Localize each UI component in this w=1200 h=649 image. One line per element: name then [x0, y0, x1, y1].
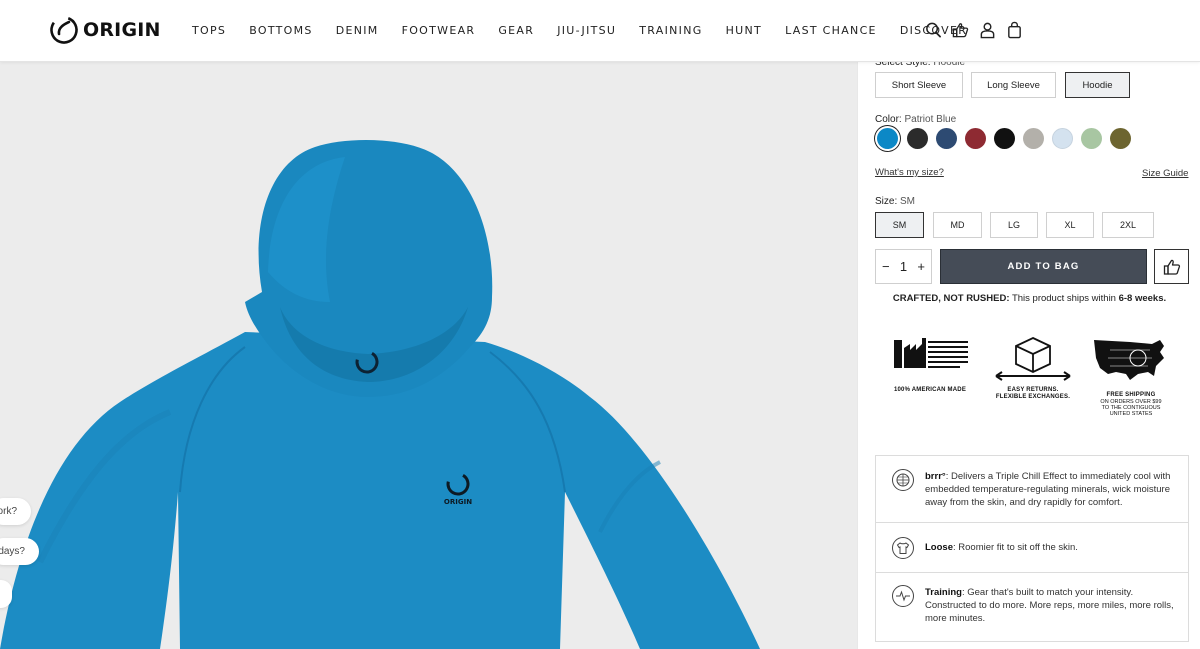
color-swatch[interactable] [1110, 128, 1131, 149]
color-label: Color: Patriot Blue [875, 114, 957, 125]
chat-suggestion-chip[interactable]: days? [0, 538, 39, 565]
nav-jiu-jitsu[interactable]: JIU-JITSU [557, 24, 616, 37]
badge-easy-returns: EASY RETURNS. FLEXIBLE EXCHANGES. [988, 332, 1078, 401]
badge-shipping-sub-3: UNITED STATES [1109, 411, 1153, 417]
brand-name: ORIGIN [83, 19, 161, 41]
feature-training-text: Training: Gear that's built to match you… [925, 587, 1174, 624]
size-option-sm[interactable]: SM [875, 212, 924, 238]
style-option-hoodie[interactable]: Hoodie [1065, 72, 1130, 98]
style-option-short-sleeve[interactable]: Short Sleeve [875, 72, 963, 98]
heartbeat-icon [892, 585, 914, 607]
color-swatch[interactable] [965, 128, 986, 149]
chat-suggestion-chip[interactable]: ork? [0, 498, 31, 525]
shipping-lead-time-note: CRAFTED, NOT RUSHED: This product ships … [892, 293, 1167, 304]
product-features-list: brrr°: Delivers a Triple Chill Effect to… [875, 455, 1189, 642]
feature-loose: Loose: Roomier fit to sit off the skin. [876, 523, 1188, 573]
globe-icon [892, 469, 914, 491]
feature-loose-text: Loose: Roomier fit to sit off the skin. [925, 542, 1078, 553]
box-arrows-icon [995, 337, 1071, 381]
chat-chip-text: ork? [0, 506, 17, 517]
nav-tops[interactable]: TOPS [192, 24, 226, 37]
feature-brrr: brrr°: Delivers a Triple Chill Effect to… [876, 456, 1188, 523]
size-guide-link[interactable]: Size Guide [1142, 168, 1188, 179]
shirt-icon [892, 537, 914, 559]
site-header: ORIGIN TOPS BOTTOMS DENIM FOOTWEAR GEAR … [0, 0, 1200, 62]
color-swatch[interactable] [1081, 128, 1102, 149]
main-nav: TOPS BOTTOMS DENIM FOOTWEAR GEAR JIU-JIT… [192, 24, 990, 37]
color-swatch[interactable] [877, 128, 898, 149]
factory-flag-icon [894, 338, 968, 368]
qty-decrement-button[interactable]: − [882, 259, 890, 274]
nav-gear[interactable]: GEAR [498, 24, 534, 37]
feature-training: Training: Gear that's built to match you… [876, 573, 1188, 641]
size-option-md[interactable]: MD [933, 212, 982, 238]
hoodie-product-image: ORIGIN [0, 140, 760, 649]
feature-brrr-text: brrr°: Delivers a Triple Chill Effect to… [925, 471, 1171, 508]
nav-denim[interactable]: DENIM [336, 24, 379, 37]
search-icon[interactable] [925, 21, 942, 39]
nav-training[interactable]: TRAINING [639, 24, 702, 37]
qty-increment-button[interactable]: + [917, 259, 925, 274]
user-icon[interactable] [979, 21, 996, 39]
thumbs-up-icon [1163, 259, 1180, 275]
whats-my-size-link[interactable]: What's my size? [875, 167, 944, 178]
size-option-xl[interactable]: XL [1046, 212, 1094, 238]
badge-returns-line-1: EASY RETURNS. [1007, 387, 1059, 393]
size-label: Size: SM [875, 196, 916, 207]
nav-footwear[interactable]: FOOTWEAR [402, 24, 476, 37]
color-swatch[interactable] [1052, 128, 1073, 149]
badge-free-shipping: FREE SHIPPING ON ORDERS OVER $99 TO THE … [1090, 332, 1172, 417]
brand-logo[interactable]: ORIGIN [49, 15, 161, 45]
chat-chip-text: days? [0, 546, 25, 557]
badge-shipping-caption: FREE SHIPPING [1106, 392, 1156, 398]
badge-returns-line-2: FLEXIBLE EXCHANGES. [995, 394, 1071, 400]
nav-bottoms[interactable]: BOTTOMS [249, 24, 313, 37]
size-option-lg[interactable]: LG [990, 212, 1038, 238]
color-swatch[interactable] [907, 128, 928, 149]
nav-last-chance[interactable]: LAST CHANCE [785, 24, 877, 37]
badge-american-made: 100% AMERICAN MADE [890, 332, 970, 394]
badge-american-caption: 100% AMERICAN MADE [893, 387, 967, 393]
product-options-panel: Select Style: Hoodie Short Sleeve Long S… [857, 57, 1200, 649]
quantity-stepper: − 1 + [875, 249, 932, 284]
header-actions [925, 21, 1023, 39]
origin-logo-icon [50, 16, 78, 44]
thumbs-up-icon[interactable] [952, 21, 969, 39]
size-option-2xl[interactable]: 2XL [1102, 212, 1154, 238]
chest-logo-text: ORIGIN [444, 498, 472, 506]
usa-map-icon [1094, 340, 1164, 380]
qty-value[interactable]: 1 [900, 259, 907, 274]
color-swatch[interactable] [936, 128, 957, 149]
nav-hunt[interactable]: HUNT [726, 24, 762, 37]
color-swatch[interactable] [1023, 128, 1044, 149]
bag-icon[interactable] [1006, 21, 1023, 39]
add-to-bag-button[interactable]: ADD TO BAG [940, 249, 1147, 284]
style-option-long-sleeve[interactable]: Long Sleeve [971, 72, 1056, 98]
color-swatch[interactable] [994, 128, 1015, 149]
product-image-gallery[interactable]: ORIGIN ork? days? [0, 62, 857, 649]
wishlist-button[interactable] [1154, 249, 1189, 284]
